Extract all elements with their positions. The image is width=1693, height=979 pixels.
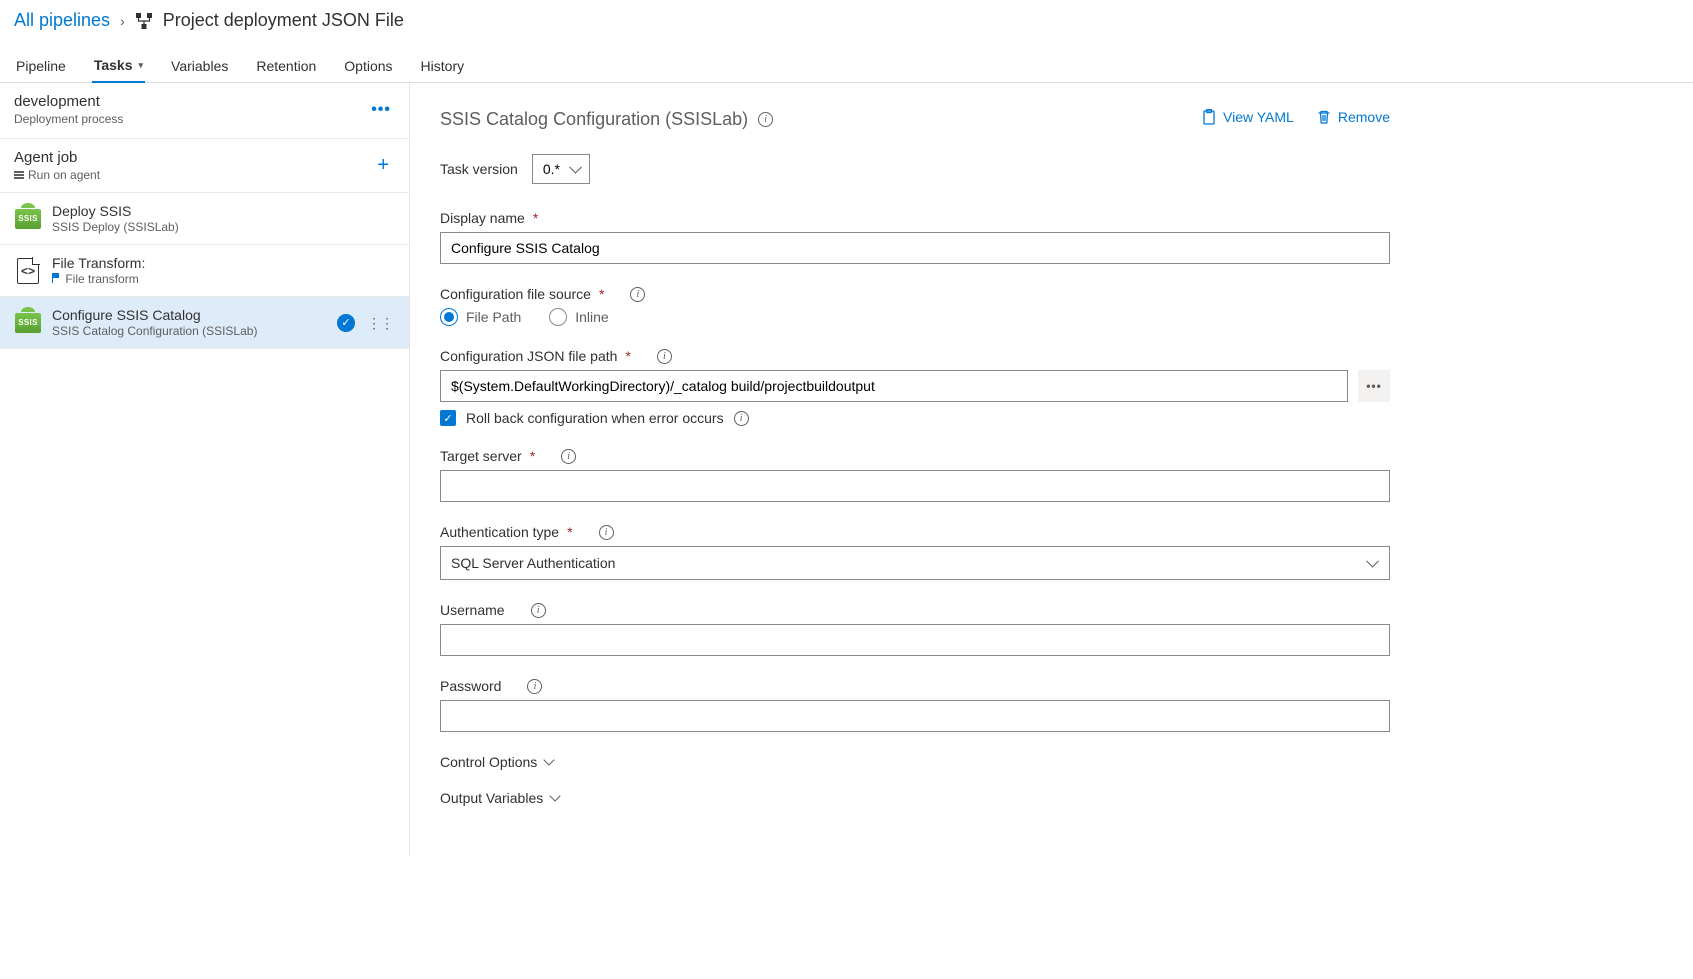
chevron-down-icon	[544, 754, 555, 765]
remove-button[interactable]: Remove	[1316, 109, 1390, 125]
tab-variables[interactable]: Variables	[169, 50, 230, 82]
password-label: Password	[440, 678, 501, 694]
task-row[interactable]: SSIS Configure SSIS Catalog SSIS Catalog…	[0, 297, 409, 349]
info-icon[interactable]: i	[630, 287, 645, 302]
required-marker: *	[599, 286, 604, 302]
view-yaml-button[interactable]: View YAML	[1201, 109, 1294, 125]
radio-inline[interactable]: Inline	[549, 308, 608, 326]
task-row[interactable]: <> File Transform: File transform	[0, 245, 409, 297]
info-icon[interactable]: i	[527, 679, 542, 694]
display-name-input[interactable]	[440, 232, 1390, 264]
task-list-panel: development Deployment process ••• Agent…	[0, 83, 410, 856]
ssis-icon: SSIS	[14, 205, 42, 233]
control-options-toggle[interactable]: Control Options	[440, 754, 1390, 770]
tab-history[interactable]: History	[419, 50, 467, 82]
task-subtitle-text: File transform	[65, 272, 138, 286]
task-subtitle: File transform	[52, 272, 145, 286]
chevron-down-icon: ▾	[139, 60, 144, 71]
agent-job-sub: Run on agent	[28, 168, 100, 182]
config-source-label: Configuration file source	[440, 286, 591, 302]
tab-tasks-label: Tasks	[94, 57, 133, 73]
password-input[interactable]	[440, 700, 1390, 732]
chevron-down-icon	[550, 790, 561, 801]
ssis-icon: SSIS	[14, 309, 42, 337]
task-subtitle: SSIS Catalog Configuration (SSISLab)	[52, 324, 257, 338]
task-name: Deploy SSIS	[52, 203, 179, 219]
agent-job-name: Agent job	[14, 149, 100, 166]
required-marker: *	[530, 448, 535, 464]
more-menu-icon[interactable]: •••	[367, 97, 395, 123]
task-version-select[interactable]: 0.*	[532, 154, 590, 184]
required-marker: *	[625, 348, 630, 364]
flag-icon	[52, 273, 62, 283]
remove-label: Remove	[1338, 109, 1390, 125]
tab-tasks[interactable]: Tasks ▾	[92, 49, 145, 83]
agent-job-row[interactable]: Agent job Run on agent +	[0, 139, 409, 193]
task-subtitle: SSIS Deploy (SSISLab)	[52, 220, 179, 234]
browse-button[interactable]: •••	[1358, 370, 1390, 402]
required-marker: *	[533, 210, 538, 226]
trash-icon	[1316, 109, 1332, 125]
task-name: Configure SSIS Catalog	[52, 307, 257, 323]
add-task-button[interactable]: +	[371, 150, 395, 181]
stage-header[interactable]: development Deployment process •••	[0, 83, 409, 139]
radio-inline-label: Inline	[575, 309, 608, 325]
username-input[interactable]	[440, 624, 1390, 656]
auth-type-select[interactable]: SQL Server Authentication	[440, 546, 1390, 580]
agent-icon	[14, 171, 24, 179]
file-icon: <>	[14, 257, 42, 285]
auth-type-label: Authentication type	[440, 524, 559, 540]
tab-options[interactable]: Options	[342, 50, 394, 82]
control-options-label: Control Options	[440, 754, 537, 770]
task-name: File Transform:	[52, 255, 145, 271]
target-server-input[interactable]	[440, 470, 1390, 502]
radio-file-path[interactable]: File Path	[440, 308, 521, 326]
info-icon[interactable]: i	[734, 411, 749, 426]
stage-subtitle: Deployment process	[14, 112, 123, 126]
rollback-checkbox[interactable]: ✓	[440, 410, 456, 426]
radio-file-path-label: File Path	[466, 309, 521, 325]
output-variables-label: Output Variables	[440, 790, 543, 806]
chevron-right-icon: ›	[120, 13, 125, 29]
json-path-label: Configuration JSON file path	[440, 348, 617, 364]
breadcrumb-root[interactable]: All pipelines	[14, 10, 110, 31]
json-path-input[interactable]	[440, 370, 1348, 402]
required-marker: *	[567, 524, 572, 540]
info-icon[interactable]: i	[599, 525, 614, 540]
task-ok-icon: ✓	[337, 314, 355, 332]
drag-handle-icon[interactable]: ⋮⋮	[365, 316, 395, 330]
stage-name: development	[14, 93, 123, 110]
breadcrumb-project: Project deployment JSON File	[163, 10, 404, 31]
task-row[interactable]: SSIS Deploy SSIS SSIS Deploy (SSISLab)	[0, 193, 409, 245]
display-name-label: Display name	[440, 210, 525, 226]
tab-bar: Pipeline Tasks ▾ Variables Retention Opt…	[0, 49, 1693, 83]
output-variables-toggle[interactable]: Output Variables	[440, 790, 1390, 806]
tab-pipeline[interactable]: Pipeline	[14, 50, 68, 82]
info-icon[interactable]: i	[531, 603, 546, 618]
info-icon[interactable]: i	[561, 449, 576, 464]
tab-retention[interactable]: Retention	[254, 50, 318, 82]
pipeline-icon	[135, 12, 153, 30]
info-icon[interactable]: i	[758, 112, 773, 127]
username-label: Username	[440, 602, 505, 618]
info-icon[interactable]: i	[657, 349, 672, 364]
view-yaml-label: View YAML	[1223, 109, 1294, 125]
rollback-label: Roll back configuration when error occur…	[466, 410, 724, 426]
clipboard-icon	[1201, 109, 1217, 125]
target-server-label: Target server	[440, 448, 522, 464]
breadcrumb: All pipelines › Project deployment JSON …	[0, 0, 1693, 39]
task-config-pane: SSIS Catalog Configuration (SSISLab) i V…	[410, 83, 1420, 856]
pane-title: SSIS Catalog Configuration (SSISLab)	[440, 109, 748, 130]
task-version-label: Task version	[440, 161, 518, 177]
